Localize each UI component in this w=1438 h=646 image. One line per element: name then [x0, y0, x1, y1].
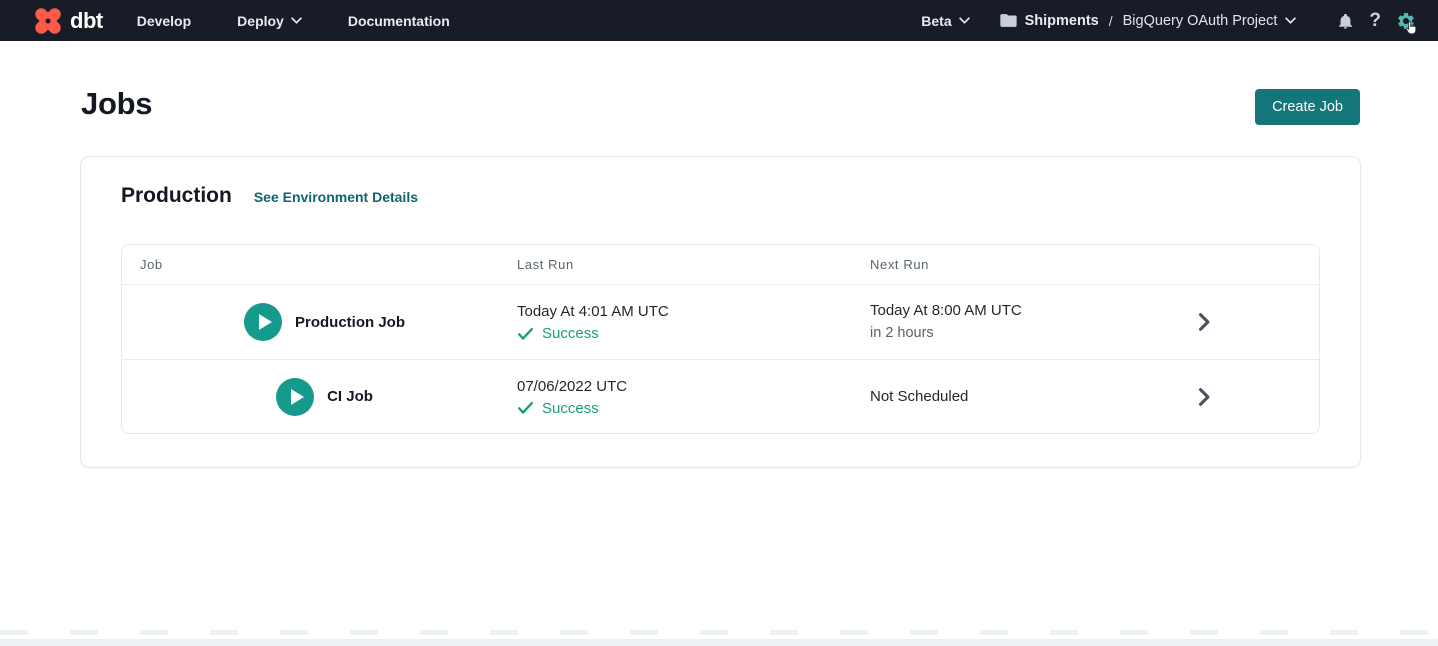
table-row-production-job[interactable]: Production Job Today At 4:01 AM UTC Succ…	[122, 285, 1319, 359]
top-nav: dbt Develop Deploy Documentation Beta Sh…	[0, 0, 1438, 41]
help-button[interactable]: ?	[1369, 10, 1381, 32]
row-open-cell[interactable]	[1089, 360, 1319, 433]
chevron-down-icon	[1285, 17, 1296, 24]
nav-item-develop-label: Develop	[137, 13, 191, 29]
environment-name: Production	[121, 184, 232, 208]
jobs-table: Job Last Run Next Run Production Job Tod…	[121, 244, 1320, 434]
next-run-time: Not Scheduled	[870, 387, 1089, 407]
dbt-logo[interactable]: dbt	[33, 6, 103, 36]
chevron-down-icon	[959, 17, 970, 24]
last-run-cell: 07/06/2022 UTC Success	[499, 360, 852, 433]
run-job-button[interactable]	[244, 303, 282, 341]
column-header-next-run: Next Run	[852, 257, 1089, 272]
create-job-button[interactable]: Create Job	[1255, 89, 1360, 125]
play-icon	[291, 389, 304, 405]
next-run-time: Today At 8:00 AM UTC	[870, 301, 1089, 321]
dbt-logo-text: dbt	[70, 8, 103, 34]
job-name: CI Job	[327, 388, 373, 405]
nav-item-documentation[interactable]: Documentation	[348, 13, 450, 29]
notifications-button[interactable]	[1337, 12, 1354, 30]
table-row-ci-job[interactable]: CI Job 07/06/2022 UTC Success Not Schedu…	[122, 359, 1319, 433]
beta-dropdown[interactable]: Beta	[921, 13, 969, 29]
next-run-cell: Not Scheduled	[852, 360, 1089, 433]
nav-right: Beta Shipments / BigQuery OAuth Project …	[921, 10, 1416, 32]
next-run-note: in 2 hours	[870, 323, 1089, 343]
breadcrumb-project-group[interactable]: Shipments	[1025, 13, 1099, 29]
status-text: Success	[542, 400, 599, 417]
chevron-right-icon	[1197, 313, 1212, 331]
column-header-last-run: Last Run	[499, 257, 852, 272]
dbt-logo-icon	[33, 6, 63, 36]
run-job-button[interactable]	[276, 378, 314, 416]
column-header-job: Job	[122, 257, 499, 272]
last-run-time: Today At 4:01 AM UTC	[517, 302, 852, 322]
status-text: Success	[542, 325, 599, 342]
play-icon	[259, 314, 272, 330]
page-title: Jobs	[81, 86, 152, 122]
environment-card: Production See Environment Details Job L…	[80, 156, 1361, 468]
nav-item-deploy-label: Deploy	[237, 13, 284, 29]
job-name: Production Job	[295, 314, 405, 331]
breadcrumb-project[interactable]: BigQuery OAuth Project	[1123, 13, 1278, 29]
row-open-cell[interactable]	[1089, 285, 1319, 359]
bottom-skeleton-dashes	[0, 630, 1438, 635]
bell-icon	[1337, 12, 1354, 30]
job-cell: Production Job	[122, 285, 499, 359]
chevron-down-icon	[291, 17, 302, 24]
nav-item-develop[interactable]: Develop	[137, 13, 191, 29]
table-header: Job Last Run Next Run	[122, 245, 1319, 285]
last-run-status: Success	[517, 325, 852, 342]
bottom-skeleton-strip	[0, 639, 1438, 646]
breadcrumb-separator: /	[1107, 13, 1115, 29]
beta-label: Beta	[921, 13, 951, 29]
folder-icon	[1000, 13, 1017, 28]
nav-menu: Develop Deploy Documentation	[137, 13, 450, 29]
nav-item-documentation-label: Documentation	[348, 13, 450, 29]
checkmark-icon	[517, 327, 534, 341]
last-run-cell: Today At 4:01 AM UTC Success	[499, 285, 852, 359]
last-run-time: 07/06/2022 UTC	[517, 377, 852, 397]
job-cell: CI Job	[122, 360, 499, 433]
environment-header: Production See Environment Details	[81, 157, 1360, 208]
last-run-status: Success	[517, 400, 852, 417]
checkmark-icon	[517, 401, 534, 415]
chevron-right-icon	[1197, 388, 1212, 406]
project-breadcrumb: Shipments / BigQuery OAuth Project	[1000, 13, 1297, 29]
gear-icon	[1396, 11, 1416, 31]
environment-details-link[interactable]: See Environment Details	[254, 189, 418, 205]
settings-button[interactable]	[1396, 11, 1416, 31]
nav-item-deploy[interactable]: Deploy	[237, 13, 302, 29]
next-run-cell: Today At 8:00 AM UTC in 2 hours	[852, 285, 1089, 359]
question-mark-icon: ?	[1369, 10, 1381, 32]
